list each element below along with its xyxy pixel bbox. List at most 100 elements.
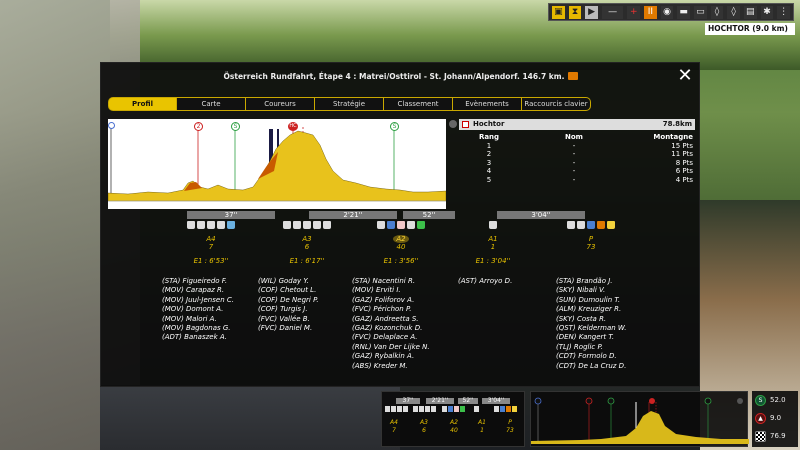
rider-name[interactable]: (SUN) Dumoulin T.	[556, 296, 650, 305]
gap-bar: 3'04''	[497, 211, 585, 219]
mini-gap-bar: 3'04''	[482, 398, 510, 404]
rider-name[interactable]: (STA) Brandão J.	[556, 277, 650, 286]
rider-name[interactable]: (SKY) Nibali V.	[556, 286, 650, 295]
jersey-icon	[397, 221, 405, 229]
rider-group-peloton[interactable]: P 73 (STA) Brandão J. (SKY) Nibali V. (S…	[532, 221, 650, 370]
tab-strategie[interactable]: Stratégie	[315, 97, 384, 111]
climb-row: 1-15 Pts	[486, 141, 693, 150]
rider-name[interactable]: (CDT) Formolo D.	[556, 352, 650, 361]
mini-gap-bar: 52''	[458, 398, 478, 404]
rider-name[interactable]: (FVC) Delaplace A.	[352, 333, 460, 342]
profile-marker-green-icon[interactable]: S	[231, 122, 240, 131]
jersey-icon	[489, 221, 497, 229]
rider-list: (STA) Brandão J. (SKY) Nibali V. (SUN) D…	[532, 277, 650, 371]
jersey-icon	[207, 221, 215, 229]
rider-name[interactable]: (ABS) Kreder M.	[352, 362, 460, 371]
tab-profil[interactable]: Profil	[108, 97, 177, 111]
bike-icon[interactable]: ◊	[710, 5, 724, 19]
rider-name[interactable]: (GAZ) Rybalkin A.	[352, 352, 460, 361]
jersey-icon	[217, 221, 225, 229]
mini-elevation-profile[interactable]	[530, 391, 749, 447]
jersey-icon	[283, 221, 291, 229]
rider-name[interactable]: (TLJ) Roglic P.	[556, 343, 650, 352]
plus-icon[interactable]: +	[627, 5, 641, 19]
rider-name[interactable]: (GAZ) Kozonchuk D.	[352, 324, 460, 333]
climb-row: 5-4 Pts	[486, 175, 693, 184]
sprint-distance: S 52.0	[755, 393, 797, 407]
jersey-icon	[377, 221, 385, 229]
climb-header: Hochtor 78.8km	[459, 119, 695, 130]
tab-raccourcis-clavier[interactable]: Raccourcis clavier	[522, 97, 591, 111]
eye-icon[interactable]: ◉	[660, 5, 674, 19]
jersey-icon	[442, 406, 447, 412]
mini-group-overview[interactable]: 37'' 2'21'' 52'' 3'04'' A4 A3 A2 A1 P 7 …	[381, 391, 525, 447]
car-icon[interactable]: ▬	[677, 5, 691, 19]
rider-name[interactable]: (MOV) Erviti I.	[352, 286, 460, 295]
rider-name[interactable]: (GAZ) Andreetta S.	[352, 315, 460, 324]
jersey-icon	[293, 221, 301, 229]
jersey-icon	[567, 221, 575, 229]
jersey-icon	[587, 221, 595, 229]
speed-slider[interactable]: —	[601, 5, 624, 19]
selected-group-badge: A2	[393, 235, 409, 243]
profile-marker-hc-icon[interactable]: HC	[288, 122, 298, 131]
profile-marker-sprint-icon[interactable]: 2	[194, 122, 203, 131]
tab-classement[interactable]: Classement	[384, 97, 453, 111]
hourglass-icon[interactable]: ⧗	[568, 5, 582, 19]
rider-name[interactable]: (SKY) Costa R.	[556, 315, 650, 324]
rider-name[interactable]: (RNL) Van Der Lijke N.	[352, 343, 460, 352]
menu-icon[interactable]: ⋮	[777, 5, 790, 19]
close-button[interactable]: ✕	[675, 67, 695, 87]
climb-classification: Hochtor 78.8km Rang Nom Montagne 1-15 Pt…	[459, 119, 695, 185]
moto-icon[interactable]: ◊	[727, 5, 740, 19]
jersey-icon	[419, 406, 424, 412]
background-road	[100, 385, 400, 450]
jersey-icon	[323, 221, 331, 229]
team-car-icon[interactable]: ▭	[694, 5, 707, 19]
rider-name[interactable]: (ADT) Banaszek A.	[162, 333, 270, 342]
jersey-icon	[512, 406, 517, 412]
gap-bar: 2'21''	[309, 211, 397, 219]
rider-name[interactable]: (ALM) Kreuziger R.	[556, 305, 650, 314]
pause-icon[interactable]: II	[644, 5, 657, 19]
jersey-icon	[407, 221, 415, 229]
rider-name[interactable]: (QST) Kelderman W.	[556, 324, 650, 333]
jersey-icon	[313, 221, 321, 229]
rider-list: (STA) Nacentini R. (MOV) Erviti I. (GAZ)…	[342, 277, 460, 371]
climb-columns: Rang Nom Montagne	[478, 133, 693, 141]
play-icon[interactable]: ▶	[585, 5, 598, 19]
team-jerseys	[532, 221, 650, 231]
mini-jerseys	[385, 406, 408, 413]
jersey-icon	[500, 406, 505, 412]
gap-bar: 37''	[187, 211, 275, 219]
camera-icon[interactable]: ▣	[552, 5, 565, 19]
rider-name[interactable]: (GAZ) Foliforov A.	[352, 296, 460, 305]
jersey-icon	[494, 406, 499, 412]
rider-name[interactable]: (DEN) Kangert T.	[556, 333, 650, 342]
finish-flag-icon	[755, 430, 766, 442]
jersey-icon	[187, 221, 195, 229]
jersey-icon	[597, 221, 605, 229]
chart-icon[interactable]: ▤	[743, 5, 757, 19]
current-location-label: HOCHTOR (9.0 km)	[705, 23, 795, 35]
tab-evenements[interactable]: Evènements	[453, 97, 522, 111]
profile-marker-finish-green-icon[interactable]: S	[390, 122, 399, 131]
tab-carte[interactable]: Carte	[177, 97, 246, 111]
mountain-icon: ▲	[755, 412, 766, 424]
gear-icon[interactable]: ✱	[760, 5, 774, 19]
distance-stats: S 52.0 ▲ 9.0 76.9	[752, 391, 798, 447]
elevation-profile[interactable]: 2 S HC S	[108, 119, 446, 209]
stage-title: Österreich Rundfahrt, Étape 4 : Matrei/O…	[101, 72, 701, 81]
jersey-icon	[454, 406, 459, 412]
climb-row: 4-6 Pts	[486, 167, 693, 176]
sprint-icon: S	[755, 394, 766, 406]
rider-name[interactable]: (CDT) De La Cruz D.	[556, 362, 650, 371]
tab-coureurs[interactable]: Coureurs	[246, 97, 315, 111]
toggle-dot-icon[interactable]	[449, 120, 457, 128]
profile-marker-start-icon	[108, 122, 115, 129]
mountain-distance: ▲ 9.0	[755, 411, 797, 425]
jersey-icon	[391, 406, 396, 412]
jersey-icon	[385, 406, 390, 412]
jersey-icon	[577, 221, 585, 229]
rider-name[interactable]: (FVC) Périchon P.	[352, 305, 460, 314]
